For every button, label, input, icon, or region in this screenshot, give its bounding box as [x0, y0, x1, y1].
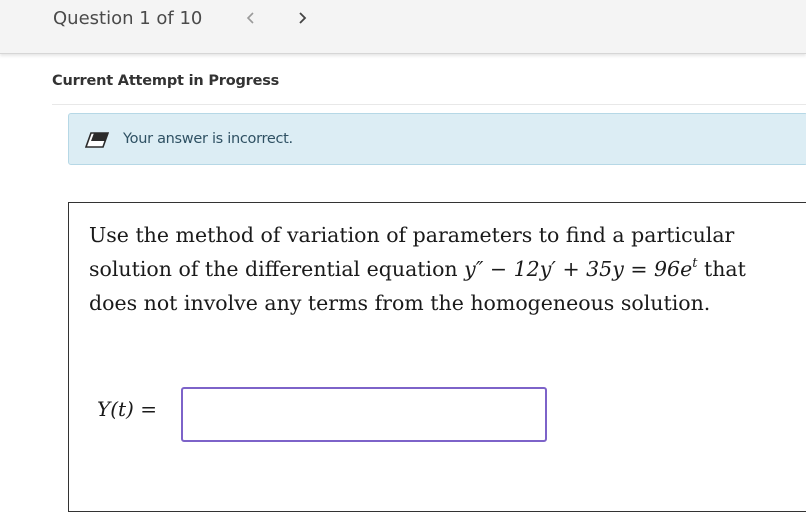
question-line-1: Use the method of variation of parameter… [89, 223, 735, 247]
feedback-message: Your answer is incorrect. [123, 131, 293, 147]
question-panel: Use the method of variation of parameter… [68, 202, 806, 512]
previous-question-button[interactable] [240, 6, 262, 30]
eraser-icon [85, 132, 109, 148]
next-question-button[interactable] [291, 6, 313, 30]
question-nav-bar: Question 1 of 10 [0, 0, 806, 54]
attempt-heading: Current Attempt in Progress [52, 73, 280, 89]
question-line-3: does not involve any terms from the homo… [89, 291, 711, 315]
chevron-left-icon [246, 12, 254, 24]
chevron-right-icon [299, 12, 307, 24]
answer-input[interactable] [181, 387, 547, 442]
question-text: Use the method of variation of parameter… [89, 218, 789, 320]
question-line-2-suffix: that [697, 257, 746, 281]
feedback-banner: Your answer is incorrect. [68, 113, 806, 165]
divider [52, 104, 806, 105]
answer-label: Y(t) = [97, 397, 157, 421]
question-line-2-prefix: solution of the differential equation [89, 257, 465, 281]
differential-equation: y″ − 12y′ + 35y = 96e [464, 257, 693, 281]
question-line-2: solution of the differential equation y″… [89, 252, 789, 286]
question-counter: Question 1 of 10 [53, 8, 203, 29]
